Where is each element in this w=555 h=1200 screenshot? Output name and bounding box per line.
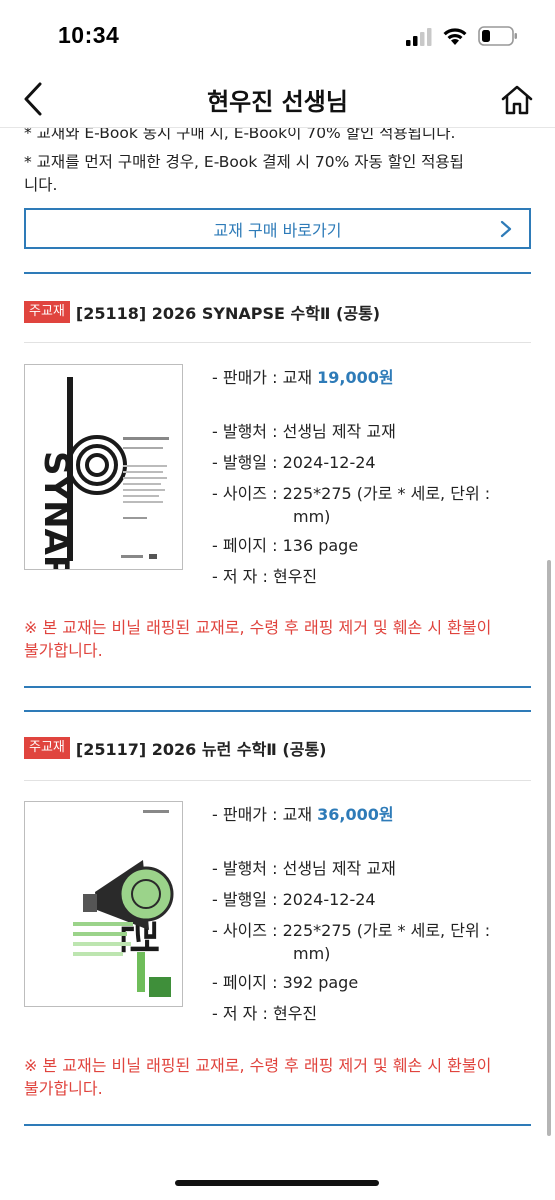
- home-indicator[interactable]: [175, 1180, 379, 1186]
- price-row: - 판매가 : 교재 36,000원: [212, 803, 394, 827]
- synapse-cover-image[interactable]: SYNAPSE: [24, 364, 183, 570]
- author-label: - 저 자 :: [212, 1004, 268, 1023]
- product-header[interactable]: 주교재 [25117] 2026 뉴런 수학Ⅱ (공통): [24, 736, 531, 760]
- publish-date-row: - 발행일 : 2024-12-24: [212, 451, 376, 475]
- publisher-row: - 발행처 : 선생님 제작 교재: [212, 420, 396, 444]
- status-bar: 10:34: [0, 0, 555, 70]
- size-value: 225*275 (가로 * 세로, 단위 :: [282, 484, 491, 503]
- pages-value: 136 page: [282, 536, 359, 555]
- author-row: - 저 자 : 현우진: [212, 1002, 317, 1026]
- size-row: - 사이즈 : 225*275 (가로 * 세로, 단위 :: [212, 482, 490, 506]
- chevron-right-icon: [500, 220, 512, 238]
- pages-row: - 페이지 : 392 page: [212, 971, 358, 995]
- textbook-purchase-button[interactable]: 교재 구매 바로가기: [24, 208, 531, 249]
- home-icon[interactable]: [500, 84, 534, 116]
- refund-warning-1: ※ 본 교재는 비닐 래핑된 교재로, 수령 후 래핑 제거 및 훼손 시 환불…: [24, 1056, 492, 1075]
- size-unit: mm): [293, 507, 331, 526]
- author-row: - 저 자 : 현우진: [212, 565, 317, 589]
- pages-label: - 페이지 :: [212, 973, 278, 992]
- scrollbar[interactable]: [547, 560, 551, 1136]
- product-divider: [24, 342, 531, 343]
- synapse-cover-art: SYNAPSE: [25, 365, 182, 569]
- publisher-row: - 발행처 : 선생님 제작 교재: [212, 857, 396, 881]
- publish-date-value: 2024-12-24: [282, 890, 376, 909]
- size-unit: mm): [293, 944, 331, 963]
- author-value: 현우진: [272, 1004, 318, 1023]
- product-title[interactable]: [25118] 2026 SYNAPSE 수학Ⅱ (공통): [76, 300, 380, 324]
- product-header[interactable]: 주교재 [25118] 2026 SYNAPSE 수학Ⅱ (공통): [24, 300, 531, 324]
- publisher-label: - 발행처 :: [212, 859, 278, 878]
- price-label: - 판매가 :: [212, 805, 278, 824]
- publish-date-label: - 발행일 :: [212, 890, 278, 909]
- ebook-notice-2b: 니다.: [24, 176, 58, 194]
- price-prefix: 교재: [282, 368, 313, 387]
- status-time: 10:34: [58, 22, 120, 48]
- main-textbook-badge: 주교재: [24, 737, 70, 759]
- product-divider: [24, 780, 531, 781]
- refund-warning-2: 불가합니다.: [24, 1079, 103, 1098]
- section-divider: [24, 686, 531, 688]
- product-title[interactable]: [25117] 2026 뉴런 수학Ⅱ (공통): [76, 736, 327, 760]
- neuron-cover-image[interactable]: 뉴런: [24, 801, 183, 1007]
- section-divider: [24, 1124, 531, 1126]
- price-value: 36,000원: [317, 805, 394, 824]
- author-value: 현우진: [272, 567, 318, 586]
- section-divider: [24, 272, 531, 274]
- publish-date-row: - 발행일 : 2024-12-24: [212, 888, 376, 912]
- publish-date-value: 2024-12-24: [282, 453, 376, 472]
- cellular-signal-icon: [406, 28, 432, 46]
- price-label: - 판매가 :: [212, 368, 278, 387]
- publisher-value: 선생님 제작 교재: [282, 859, 396, 878]
- author-label: - 저 자 :: [212, 567, 268, 586]
- battery-icon: [478, 26, 517, 46]
- main-textbook-badge: 주교재: [24, 301, 70, 323]
- ebook-notice-2a: * 교재를 먼저 구매한 경우, E-Book 결제 시 70% 자동 할인 적…: [24, 153, 464, 171]
- pages-label: - 페이지 :: [212, 536, 278, 555]
- refund-warning-1: ※ 본 교재는 비닐 래핑된 교재로, 수령 후 래핑 제거 및 훼손 시 환불…: [24, 618, 492, 637]
- size-value: 225*275 (가로 * 세로, 단위 :: [282, 921, 491, 940]
- neuron-cover-art: 뉴런: [25, 802, 182, 1006]
- price-row: - 판매가 : 교재 19,000원: [212, 366, 394, 390]
- publisher-label: - 발행처 :: [212, 422, 278, 441]
- top-navigation-bar: 현우진 선생님: [0, 70, 555, 128]
- section-divider: [24, 710, 531, 712]
- price-prefix: 교재: [282, 805, 313, 824]
- publish-date-label: - 발행일 :: [212, 453, 278, 472]
- page-content: * 교재와 E-Book 동시 구매 시, E-Book이 70% 할인 적용됩…: [0, 120, 555, 1160]
- size-label: - 사이즈 :: [212, 921, 278, 940]
- page-title: 현우진 선생님: [207, 88, 348, 116]
- wifi-icon: [443, 28, 467, 45]
- pages-row: - 페이지 : 136 page: [212, 534, 358, 558]
- size-label: - 사이즈 :: [212, 484, 278, 503]
- size-row: - 사이즈 : 225*275 (가로 * 세로, 단위 :: [212, 919, 490, 943]
- pages-value: 392 page: [282, 973, 359, 992]
- price-value: 19,000원: [317, 368, 394, 387]
- refund-warning-2: 불가합니다.: [24, 641, 103, 660]
- textbook-purchase-label: 교재 구매 바로가기: [213, 220, 342, 240]
- publisher-value: 선생님 제작 교재: [282, 422, 396, 441]
